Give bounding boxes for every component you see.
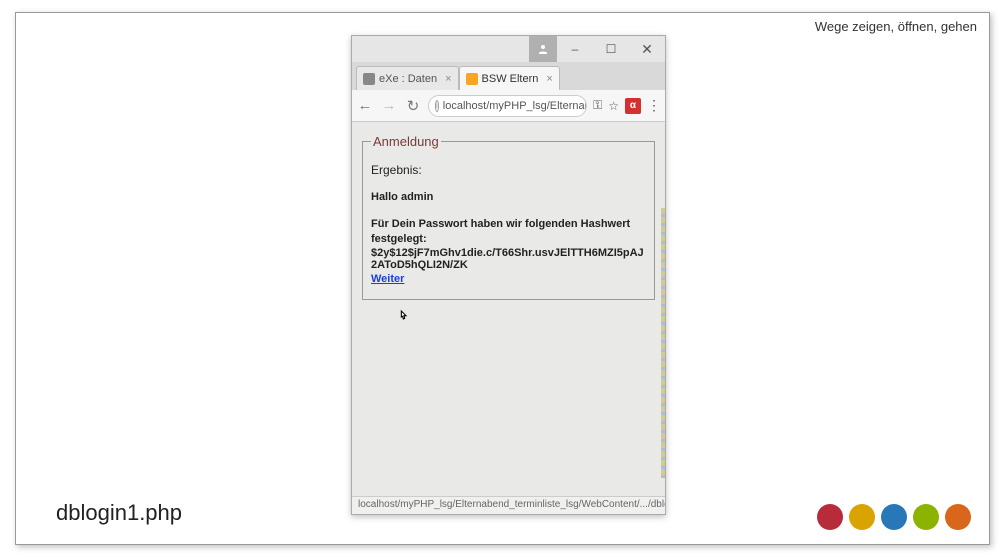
window-maximize-button[interactable]: ☐ [593, 36, 629, 62]
password-key-icon[interactable]: ⚿ [593, 98, 602, 113]
dot-icon [849, 504, 875, 530]
tab-bar: eXe : Daten × BSW Eltern × [352, 62, 665, 90]
tab-label: eXe : Daten [379, 73, 437, 85]
avira-extension-icon[interactable]: α [625, 98, 641, 114]
site-info-icon[interactable]: i [435, 100, 439, 112]
tab-close-icon[interactable]: × [445, 73, 451, 85]
forward-button[interactable]: → [380, 97, 398, 114]
url-input[interactable]: i localhost/myPHP_lsg/Elternabend [428, 95, 587, 117]
url-text: localhost/myPHP_lsg/Elternabend [443, 100, 587, 112]
dot-icon [945, 504, 971, 530]
favicon-exe-icon [363, 73, 375, 85]
fieldset-legend: Anmeldung [371, 134, 441, 149]
mouse-cursor-icon [396, 308, 412, 329]
status-bar: localhost/myPHP_lsg/Elternabend_terminli… [352, 496, 665, 514]
window-titlebar: – ☐ ✕ [352, 36, 665, 62]
window-minimize-button[interactable]: – [557, 36, 593, 62]
tab-label: BSW Eltern [482, 73, 539, 85]
window-close-button[interactable]: ✕ [629, 36, 665, 62]
browser-window: – ☐ ✕ eXe : Daten × BSW Eltern × ← → ↻ i… [351, 35, 666, 515]
favicon-bsw-icon [466, 73, 478, 85]
address-bar: ← → ↻ i localhost/myPHP_lsg/Elternabend … [352, 90, 665, 122]
tab-close-icon[interactable]: × [546, 73, 552, 85]
profile-avatar-icon[interactable] [529, 36, 557, 62]
reload-button[interactable]: ↻ [404, 97, 422, 115]
page-viewport: Anmeldung Ergebnis: Hallo admin Für Dein… [352, 122, 665, 496]
dot-icon [817, 504, 843, 530]
brand-dots [817, 504, 971, 530]
slide-tagline: Wege zeigen, öffnen, gehen [815, 19, 977, 34]
weiter-link[interactable]: Weiter [371, 273, 404, 285]
scroll-artifact [661, 208, 665, 478]
dot-icon [881, 504, 907, 530]
slide-caption: dblogin1.php [56, 500, 182, 526]
back-button[interactable]: ← [356, 97, 374, 114]
greeting-text: Hallo admin [371, 191, 646, 203]
dot-icon [913, 504, 939, 530]
tab-bsw[interactable]: BSW Eltern × [459, 66, 560, 90]
result-label: Ergebnis: [371, 163, 646, 177]
browser-menu-button[interactable]: ⋮ [647, 97, 661, 114]
slide-frame: Wege zeigen, öffnen, gehen – ☐ ✕ eXe : D… [15, 12, 990, 545]
hash-value-text: $2y$12$jF7mGhv1die.c/T66Shr.usvJElTTH6MZ… [371, 247, 646, 271]
tab-exe[interactable]: eXe : Daten × [356, 66, 459, 90]
login-fieldset: Anmeldung Ergebnis: Hallo admin Für Dein… [362, 134, 655, 300]
bookmark-star-icon[interactable]: ☆ [608, 99, 619, 113]
hash-intro-text: Für Dein Passwort haben wir folgenden Ha… [371, 217, 646, 247]
